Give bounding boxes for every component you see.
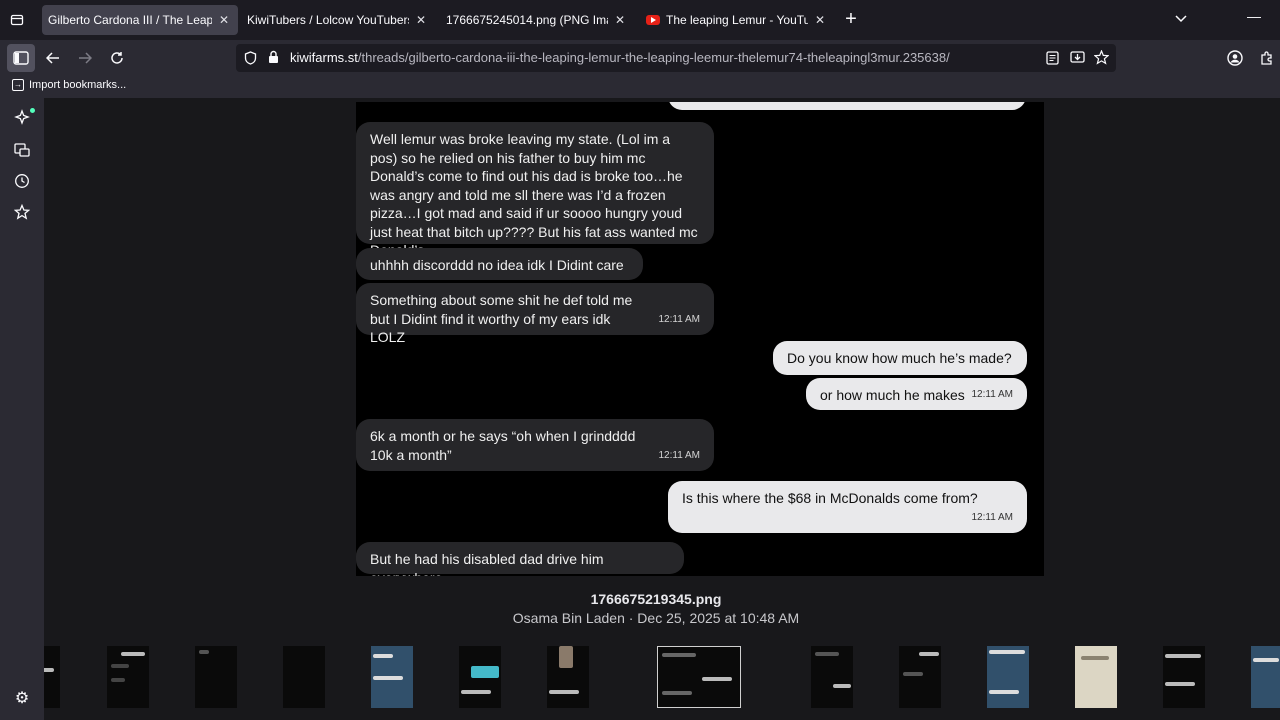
notification-dot [30, 108, 35, 113]
message-text: But he had his disabled dad drive him ev… [370, 551, 604, 576]
thumbnail[interactable] [44, 646, 60, 708]
extensions-button[interactable] [1253, 44, 1280, 72]
message-text: or how much he makes [820, 387, 965, 403]
thumbnail[interactable] [811, 646, 853, 708]
thumbnail[interactable] [195, 646, 237, 708]
close-icon[interactable]: ✕ [612, 13, 628, 27]
sidebar: ⚙ [0, 98, 44, 720]
message-time: 12:11 AM [658, 449, 700, 461]
firefox-view-icon [10, 14, 24, 26]
message-text: Do you know how much he’s made? [787, 350, 1012, 366]
message-bubble-outgoing: Is this where the $68 in McDonalds come … [668, 481, 1027, 533]
message-text: Well lemur was broke leaving my state. (… [370, 131, 698, 258]
tab-title: Gilberto Cardona III / The Leaping L [48, 13, 212, 27]
sidebar-toggle-button[interactable] [7, 44, 35, 72]
forward-button[interactable] [71, 44, 99, 72]
message-time: 12:11 AM [971, 511, 1013, 523]
message-text: Something about some shit he def told me… [370, 292, 633, 345]
thumbnail-selected[interactable] [657, 646, 741, 708]
reload-button[interactable] [103, 44, 131, 72]
install-app-icon[interactable] [1070, 50, 1085, 69]
reload-icon [111, 52, 123, 64]
account-icon [1227, 50, 1243, 66]
thumbnail[interactable] [371, 646, 413, 708]
tab-kiwitubers[interactable]: KiwiTubers / Lolcow YouTubers / A- ✕ [241, 5, 435, 35]
message-text: 6k a month or he says “oh when I grinddd… [370, 428, 636, 463]
import-bookmarks-button[interactable]: → Import bookmarks... [12, 79, 126, 91]
image-viewer: Well lemur was broke leaving my state. (… [44, 98, 1280, 720]
message-bubble-incoming: 6k a month or he says “oh when I grinddd… [356, 419, 714, 471]
message-bubble-cutoff [668, 102, 1026, 110]
firefox-view-button[interactable] [0, 3, 34, 37]
list-all-tabs-button[interactable] [1170, 10, 1192, 30]
account-button[interactable] [1221, 44, 1249, 72]
thumbnail[interactable] [987, 646, 1029, 708]
url-host: kiwifarms.st [290, 50, 358, 65]
synced-tabs-icon[interactable] [12, 140, 32, 160]
thumbnail[interactable] [899, 646, 941, 708]
thumbnail[interactable] [459, 646, 501, 708]
thumbnail[interactable] [1075, 646, 1117, 708]
message-bubble-incoming: But he had his disabled dad drive him ev… [356, 542, 684, 576]
back-button[interactable] [39, 44, 67, 72]
bookmark-star-icon[interactable] [1093, 49, 1110, 70]
import-bookmarks-label: Import bookmarks... [29, 79, 127, 91]
thumbnail[interactable] [1163, 646, 1205, 708]
close-icon[interactable]: ✕ [413, 13, 429, 27]
history-icon[interactable] [12, 171, 32, 191]
tab-png-image[interactable]: 1766675245014.png (PNG Image, 1 ✕ [440, 5, 634, 35]
tab-title: KiwiTubers / Lolcow YouTubers / A- [247, 13, 409, 27]
message-bubble-outgoing: Do you know how much he’s made? [773, 341, 1027, 375]
bookmarks-star-icon[interactable] [12, 202, 32, 222]
thumbnail[interactable] [107, 646, 149, 708]
thumbnail[interactable] [1251, 646, 1280, 708]
bookmarks-toolbar: → Import bookmarks... [0, 76, 1280, 98]
new-tab-button[interactable]: + [840, 9, 862, 31]
message-text: Is this where the $68 in McDonalds come … [682, 490, 978, 506]
message-text: uhhhh discorddd no idea idk I Didint car… [370, 257, 624, 273]
tab-title: The leaping Lemur - YouTube [666, 13, 808, 27]
message-bubble-outgoing: or how much he makes 12:11 AM [806, 378, 1027, 410]
reader-view-icon[interactable] [1046, 51, 1059, 70]
message-bubble-incoming: uhhhh discorddd no idea idk I Didint car… [356, 248, 643, 280]
youtube-icon [646, 15, 660, 25]
close-icon[interactable]: ✕ [812, 13, 828, 27]
navigation-toolbar: kiwifarms.st/threads/gilberto-cardona-ii… [0, 40, 1280, 76]
message-time: 12:11 AM [971, 388, 1013, 400]
arrow-left-icon [46, 52, 59, 64]
thumbnail-strip [44, 644, 1280, 710]
ai-chatbot-icon[interactable] [12, 108, 32, 128]
message-time: 12:11 AM [658, 313, 700, 325]
lock-icon[interactable] [268, 50, 279, 69]
tab-youtube[interactable]: The leaping Lemur - YouTube ✕ [640, 5, 834, 35]
sidebar-icon [13, 51, 29, 65]
settings-gear-icon[interactable]: ⚙ [12, 688, 32, 708]
address-bar[interactable]: kiwifarms.st/threads/gilberto-cardona-ii… [236, 44, 1116, 72]
url-text: kiwifarms.st/threads/gilberto-cardona-ii… [290, 50, 950, 65]
arrow-right-icon [79, 52, 92, 64]
puzzle-icon [1261, 51, 1272, 65]
tab-gilberto-cardona[interactable]: Gilberto Cardona III / The Leaping L ✕ [42, 5, 238, 35]
thumbnail[interactable] [547, 646, 589, 708]
close-icon[interactable]: ✕ [216, 13, 232, 27]
tab-title: 1766675245014.png (PNG Image, 1 [446, 13, 608, 27]
chat-screenshot: Well lemur was broke leaving my state. (… [356, 102, 1044, 576]
image-meta: Osama Bin Laden · Dec 25, 2025 at 10:48 … [512, 610, 800, 626]
tracking-protection-icon[interactable] [244, 51, 257, 70]
thumbnail[interactable] [283, 646, 325, 708]
tab-bar: Gilberto Cardona III / The Leaping L ✕ K… [0, 0, 1280, 40]
import-icon: → [12, 79, 24, 91]
image-filename: 1766675219345.png [590, 591, 722, 607]
url-path: /threads/gilberto-cardona-iii-the-leapin… [357, 50, 950, 65]
message-bubble-incoming: Something about some shit he def told me… [356, 283, 714, 345]
chevron-down-icon [1175, 15, 1187, 23]
message-bubble-incoming: Well lemur was broke leaving my state. (… [356, 122, 714, 258]
minimize-button[interactable]: — [1244, 8, 1264, 28]
